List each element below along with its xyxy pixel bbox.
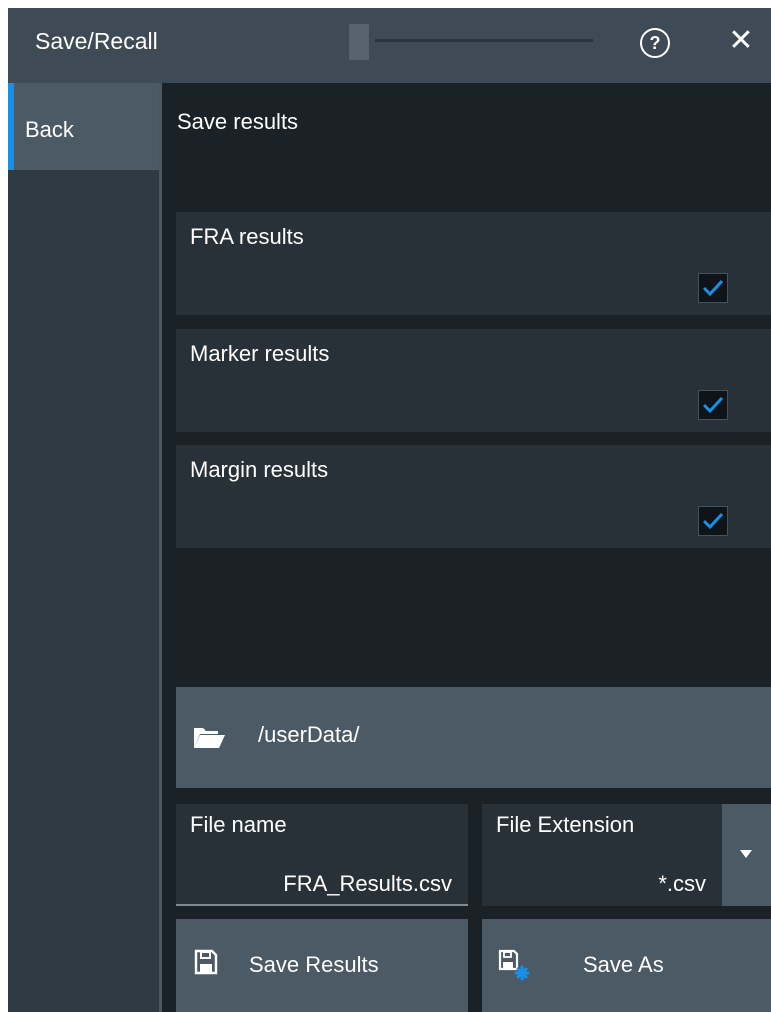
back-button[interactable]: Back [8,83,159,170]
option-label: Margin results [190,457,329,482]
close-icon[interactable]: ✕ [726,26,756,56]
path-selector[interactable]: /userData/ [176,687,771,788]
help-icon[interactable]: ? [640,28,670,58]
back-label: Back [25,117,74,142]
marker-results-checkbox[interactable] [698,390,728,420]
back-active-indicator [8,83,14,170]
file-extension-label: File Extension [496,812,635,837]
option-margin-results[interactable]: Margin results [176,445,771,548]
checkmark-icon [702,396,724,414]
save-results-button[interactable]: Save Results [176,919,468,1012]
option-marker-results[interactable]: Marker results [176,329,771,432]
save-recall-dialog: Save/Recall ? ✕ Back Save results FRA re… [8,8,771,1012]
main-panel: Save results FRA results Marker results … [162,83,771,1012]
option-label: FRA results [190,224,304,249]
file-extension-field[interactable]: File Extension *.csv [482,804,722,906]
margin-results-checkbox[interactable] [698,506,728,536]
floppy-disk-icon [194,949,218,975]
save-results-label: Save Results [249,952,379,977]
caret-down-icon [740,850,752,858]
fra-results-checkbox[interactable] [698,273,728,303]
sidebar: Back [8,83,159,1012]
option-label: Marker results [190,341,330,366]
file-name-underline [176,904,468,906]
transparency-slider-handle[interactable] [349,24,369,60]
checkmark-icon [702,279,724,297]
path-value: /userData/ [258,722,360,747]
checkmark-icon [702,512,724,530]
save-as-label: Save As [583,952,664,977]
option-fra-results[interactable]: FRA results [176,212,771,315]
title-bar: Save/Recall ? ✕ [8,8,771,83]
file-extension-value: *.csv [658,871,706,896]
save-as-button[interactable]: Save As [482,919,771,1012]
floppy-disk-star-icon [498,949,530,981]
file-name-label: File name [190,812,287,837]
transparency-slider-track[interactable] [375,39,593,42]
file-extension-dropdown-button[interactable] [722,804,771,906]
file-name-field[interactable]: File name FRA_Results.csv [176,804,468,906]
file-name-value: FRA_Results.csv [283,871,452,896]
dialog-title: Save/Recall [35,28,158,54]
folder-open-icon [194,728,225,748]
section-title: Save results [177,109,299,134]
